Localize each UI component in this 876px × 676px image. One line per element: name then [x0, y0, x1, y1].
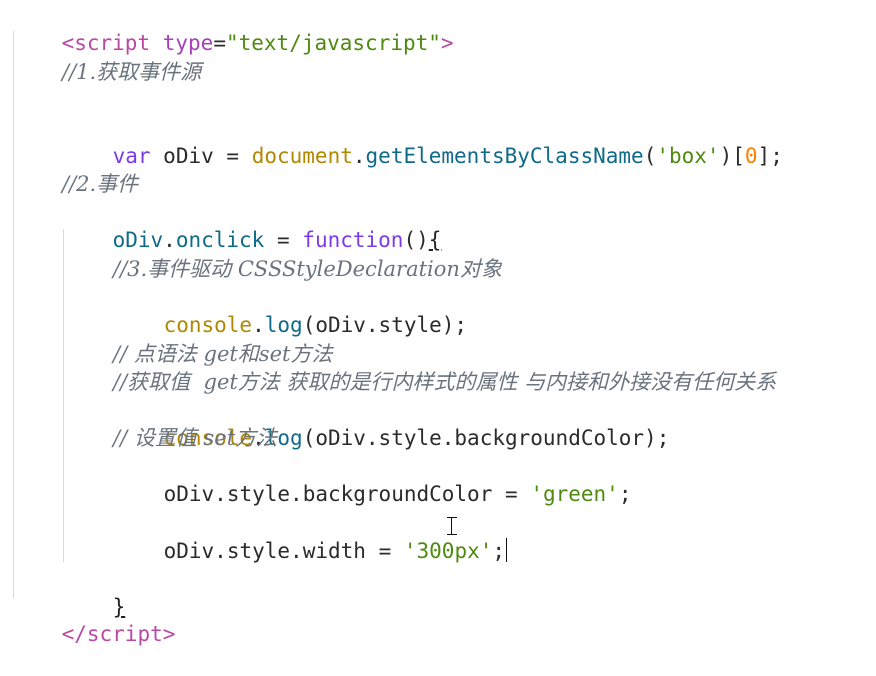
text-cursor: [506, 538, 508, 562]
method-call: getElementsByClassName: [365, 144, 644, 168]
code-editor[interactable]: <script type="text/javascript"> //1.获取事件…: [0, 0, 876, 646]
class-name-string: 'box': [656, 144, 720, 168]
code-line-closing-brace: }: [62, 565, 126, 619]
set-background-assignment: =: [505, 482, 518, 506]
onclick-assignment: =: [276, 228, 290, 252]
set-background-semicolon: ;: [618, 482, 632, 506]
onclick-property: onclick: [175, 228, 265, 252]
assignment-operator: =: [226, 144, 240, 168]
onclick-dot: .: [163, 228, 176, 252]
console-object-1: console: [163, 313, 253, 337]
var-keyword: var: [112, 144, 151, 168]
index-close: ]: [757, 144, 771, 168]
mouse-ibeam-icon: [447, 517, 457, 535]
document-object: document: [251, 144, 353, 168]
log-semicolon-1: ;: [454, 313, 468, 337]
paren-open: (: [643, 144, 657, 168]
comment-line-2: //2.事件: [62, 172, 139, 196]
comment-line-3: //3.事件驱动 CSSStyleDeclaration对象: [113, 257, 502, 281]
width-string: '300px': [403, 539, 493, 563]
code-line-1: <script type="text/javascript">: [11, 1, 454, 55]
open-tag-equals: =: [213, 31, 226, 55]
set-background-property: backgroundColor: [302, 482, 493, 506]
code-line-close-tag: </script>: [11, 592, 176, 646]
set-width-assignment: =: [378, 539, 392, 563]
opening-brace: {: [428, 228, 442, 252]
set-width-object: oDiv: [163, 539, 215, 563]
set-width-property: width: [302, 539, 366, 563]
code-line-onclick: oDiv.onclick = function(){: [62, 198, 442, 252]
set-width-semicolon: ;: [492, 539, 506, 563]
set-background-object: oDiv: [163, 482, 215, 506]
comment-line-6: // 设置值 set方法: [113, 426, 278, 450]
variable-name: oDiv: [163, 144, 214, 168]
set-width-style: style: [226, 539, 291, 563]
log-semicolon-2: ;: [656, 426, 670, 450]
code-line-set-background: oDiv.style.backgroundColor = 'green';: [163, 482, 632, 506]
function-parens: (): [403, 228, 429, 252]
log-argument-1: (oDiv.style): [302, 313, 455, 337]
semicolon: ;: [770, 144, 783, 168]
close-tag-name: script: [86, 622, 163, 646]
close-tag-lt: </: [61, 622, 87, 646]
log-argument-2: (oDiv.style.backgroundColor): [302, 426, 657, 450]
onclick-object: oDiv: [112, 228, 164, 252]
comment-line-1: //1.获取事件源: [62, 60, 202, 84]
open-tag-lt: <: [61, 31, 75, 55]
comment-line-4: // 点语法 get和set方法: [113, 342, 333, 366]
green-string: 'green': [530, 482, 619, 506]
code-line-log-2: console.log(oDiv.style.backgroundColor);: [163, 426, 670, 450]
comment-line-5: //获取值 get方法 获取的是行内样式的属性 与内接和外接没有任何关系: [113, 370, 777, 394]
index-number: 0: [744, 144, 758, 168]
open-tag-name: script: [74, 31, 151, 55]
code-line-log-1: console.log(oDiv.style);: [163, 313, 468, 337]
open-tag-value: "text/javascript": [225, 31, 441, 55]
function-keyword: function: [302, 228, 404, 252]
log-method-1: log: [264, 313, 303, 337]
paren-close: ): [719, 144, 733, 168]
indent-guide-outer: [13, 31, 14, 598]
open-tag-attribute: type: [162, 31, 214, 55]
open-tag-gt: >: [440, 31, 454, 55]
index-open: [: [732, 144, 745, 168]
close-tag-gt: >: [162, 622, 176, 646]
set-background-style: style: [226, 482, 291, 506]
code-line-var: var oDiv = document.getElementsByClassNa…: [112, 144, 783, 168]
